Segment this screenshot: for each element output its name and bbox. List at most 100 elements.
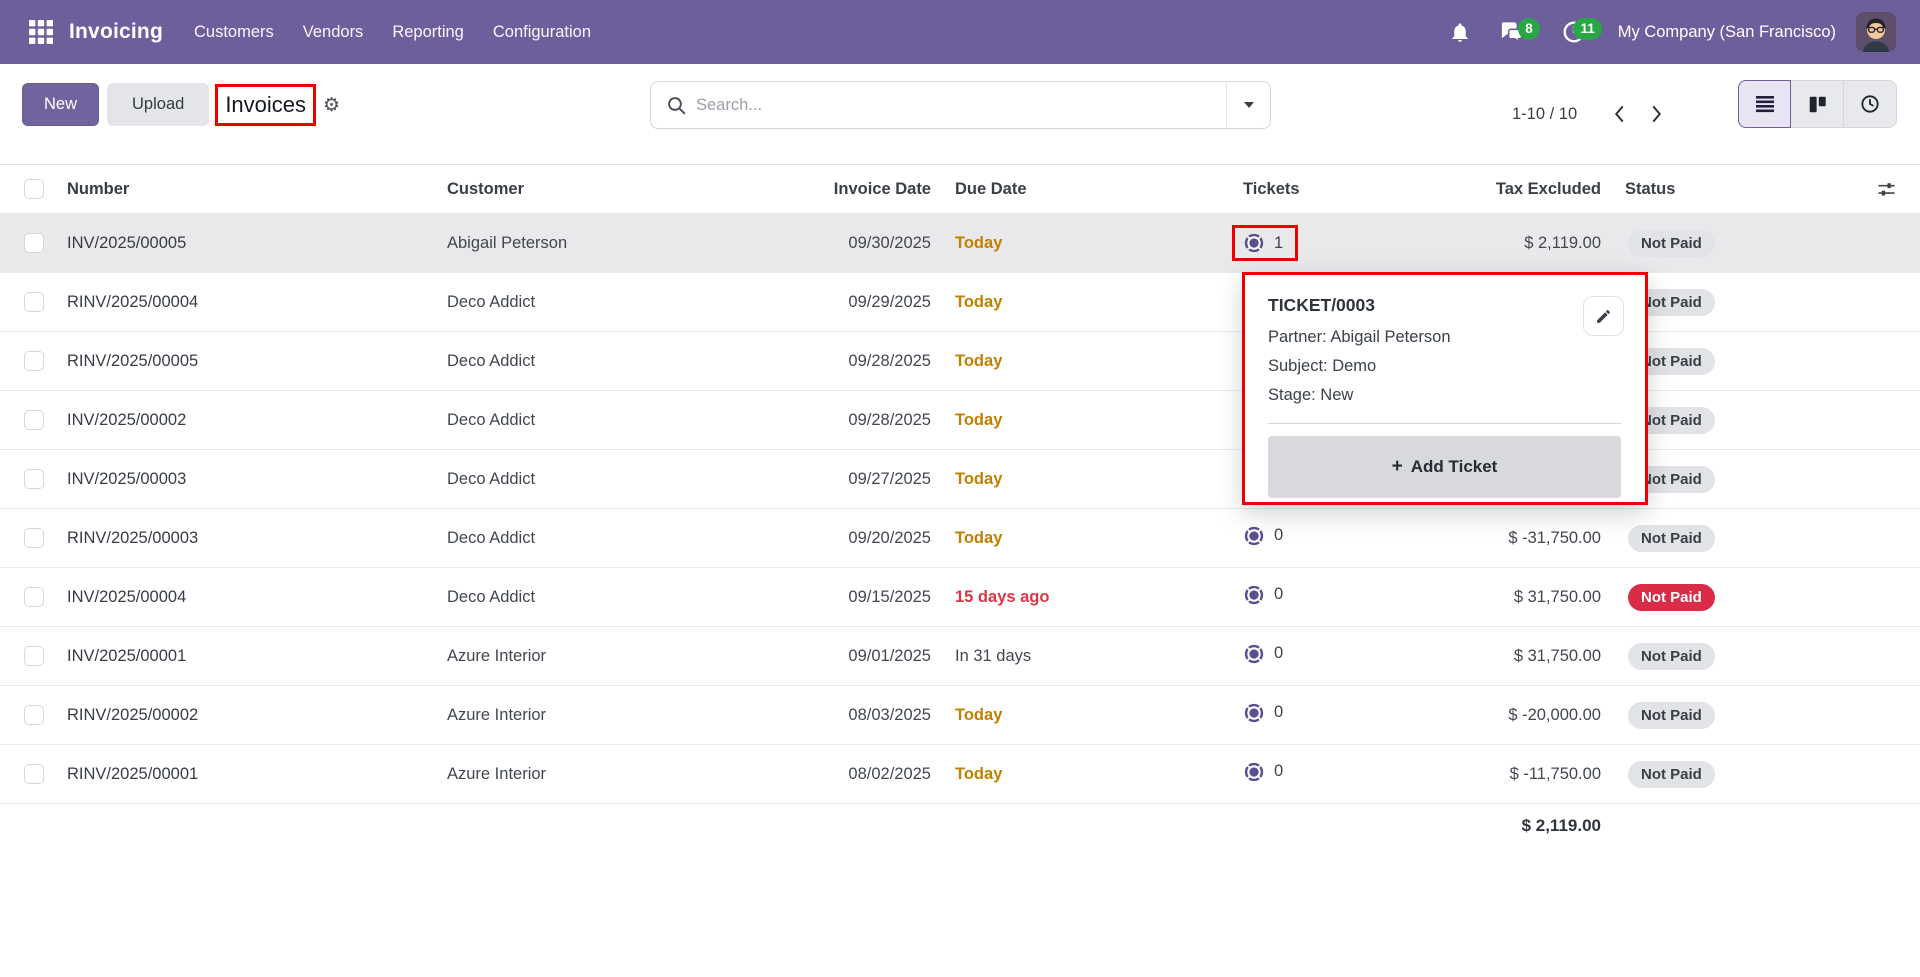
table-row[interactable]: INV/2025/00001 Azure Interior 09/01/2025… [0,627,1920,686]
tickets-cell[interactable]: 0 [1231,761,1413,788]
optional-columns-icon[interactable] [1877,180,1896,199]
search-input[interactable] [686,96,1226,115]
invoice-due-date: Today [943,470,1231,489]
table-row[interactable]: INV/2025/00004 Deco Addict 09/15/2025 15… [0,568,1920,627]
table-row[interactable]: RINV/2025/00003 Deco Addict 09/20/2025 T… [0,509,1920,568]
invoice-number: RINV/2025/00004 [55,293,435,312]
ticket-count-value: 0 [1274,703,1283,722]
menu-item-configuration[interactable]: Configuration [493,23,591,42]
row-checkbox[interactable] [24,528,44,548]
tickets-cell[interactable]: 0 [1231,702,1413,729]
ticket-count-value: 1 [1274,234,1283,253]
messages-icon[interactable]: 8 [1489,12,1534,52]
row-checkbox[interactable] [24,233,44,253]
edit-ticket-button[interactable] [1583,296,1624,336]
avatar[interactable] [1856,12,1896,52]
column-header-number[interactable]: Number [55,180,435,199]
status-badge: Not Paid [1628,702,1715,729]
invoice-date: 09/29/2025 [790,293,943,312]
invoice-number: RINV/2025/00005 [55,352,435,371]
column-header-invoice-date[interactable]: Invoice Date [790,180,943,199]
popover-divider [1268,423,1621,424]
status-badge: Not Paid [1628,584,1715,611]
list-view-button[interactable] [1738,80,1791,128]
tickets-cell[interactable]: 0 [1231,525,1413,552]
invoice-customer: Azure Interior [435,706,790,725]
row-checkbox[interactable] [24,292,44,312]
row-checkbox[interactable] [24,351,44,371]
ticket-count-annotated[interactable]: 1 [1232,225,1298,261]
row-checkbox[interactable] [24,646,44,666]
pager-previous-button[interactable] [1601,97,1638,131]
search-dropdown-toggle[interactable] [1226,82,1270,128]
row-checkbox[interactable] [24,410,44,430]
row-checkbox[interactable] [24,469,44,489]
invoice-customer: Deco Addict [435,293,790,312]
table-row[interactable]: INV/2025/00005 Abigail Peterson 09/30/20… [0,214,1920,273]
ticket-count[interactable]: 0 [1243,761,1283,783]
activities-icon[interactable]: 11 [1552,12,1596,52]
ticket-count[interactable]: 0 [1243,643,1283,665]
pager-next-button[interactable] [1638,97,1675,131]
column-header-tickets[interactable]: Tickets [1231,180,1413,199]
ticket-count-value: 0 [1274,526,1283,545]
invoice-customer: Deco Addict [435,352,790,371]
invoice-customer: Abigail Peterson [435,234,790,253]
invoice-number: RINV/2025/00003 [55,529,435,548]
row-checkbox[interactable] [24,764,44,784]
tax-excluded: $ 31,750.00 [1413,588,1613,607]
plus-icon: + [1392,456,1403,478]
avatar-image [1856,12,1896,52]
menu-item-reporting[interactable]: Reporting [392,23,464,42]
top-menu: Customers Vendors Reporting Configuration [194,23,591,42]
invoice-date: 09/01/2025 [790,647,943,666]
kanban-view-button[interactable] [1791,80,1844,128]
gear-icon[interactable]: ⚙ [323,94,340,116]
topbar-systray: 8 11 My Company (San Francisco) [1439,0,1896,64]
column-header-status[interactable]: Status [1613,180,1783,199]
breadcrumb[interactable]: Invoices [225,92,306,118]
invoice-list: Number Customer Invoice Date Due Date Ti… [0,164,1920,848]
invoicing-app: Invoicing Customers Vendors Reporting Confi… [0,0,1920,977]
column-header-customer[interactable]: Customer [435,180,790,199]
ticket-lifebuoy-icon [1243,584,1265,606]
column-header-tax-excluded[interactable]: Tax Excluded [1413,180,1613,199]
table-row[interactable]: RINV/2025/00001 Azure Interior 08/02/202… [0,745,1920,804]
menu-item-customers[interactable]: Customers [194,23,274,42]
activity-view-button[interactable] [1844,80,1897,128]
table-row[interactable]: RINV/2025/00002 Azure Interior 08/03/202… [0,686,1920,745]
ticket-lifebuoy-icon [1243,232,1265,254]
menu-item-vendors[interactable]: Vendors [303,23,364,42]
ticket-count-value: 0 [1274,585,1283,604]
invoice-number: INV/2025/00005 [55,234,435,253]
messages-count-badge: 8 [1518,18,1540,40]
row-checkbox[interactable] [24,587,44,607]
ticket-count[interactable]: 0 [1243,702,1283,724]
select-all-checkbox[interactable] [24,179,44,199]
tax-excluded: $ 2,119.00 [1413,234,1613,253]
column-header-due-date[interactable]: Due Date [943,180,1231,199]
add-ticket-button[interactable]: + Add Ticket [1268,436,1621,498]
tickets-cell[interactable]: 0 [1231,584,1413,611]
company-switcher[interactable]: My Company (San Francisco) [1618,23,1836,42]
notifications-bell-icon[interactable] [1439,12,1481,52]
new-button[interactable]: New [22,83,99,126]
invoice-date: 09/28/2025 [790,352,943,371]
pager-range: 1-10 / 10 [1512,105,1577,124]
invoice-customer: Deco Addict [435,529,790,548]
invoice-due-date: Today [943,529,1231,548]
row-checkbox[interactable] [24,705,44,725]
tickets-cell[interactable]: 0 [1231,643,1413,670]
ticket-count[interactable]: 0 [1243,584,1283,606]
tickets-cell[interactable]: 1 [1231,225,1413,261]
upload-button[interactable]: Upload [107,83,209,126]
app-name[interactable]: Invoicing [69,20,163,44]
invoice-due-date: Today [943,706,1231,725]
invoice-due-date: In 31 days [943,647,1231,666]
invoice-date: 08/03/2025 [790,706,943,725]
invoice-due-date: 15 days ago [943,588,1231,607]
ticket-count[interactable]: 0 [1243,525,1283,547]
apps-menu-icon[interactable] [24,12,58,52]
invoice-date: 09/30/2025 [790,234,943,253]
invoice-due-date: Today [943,234,1231,253]
